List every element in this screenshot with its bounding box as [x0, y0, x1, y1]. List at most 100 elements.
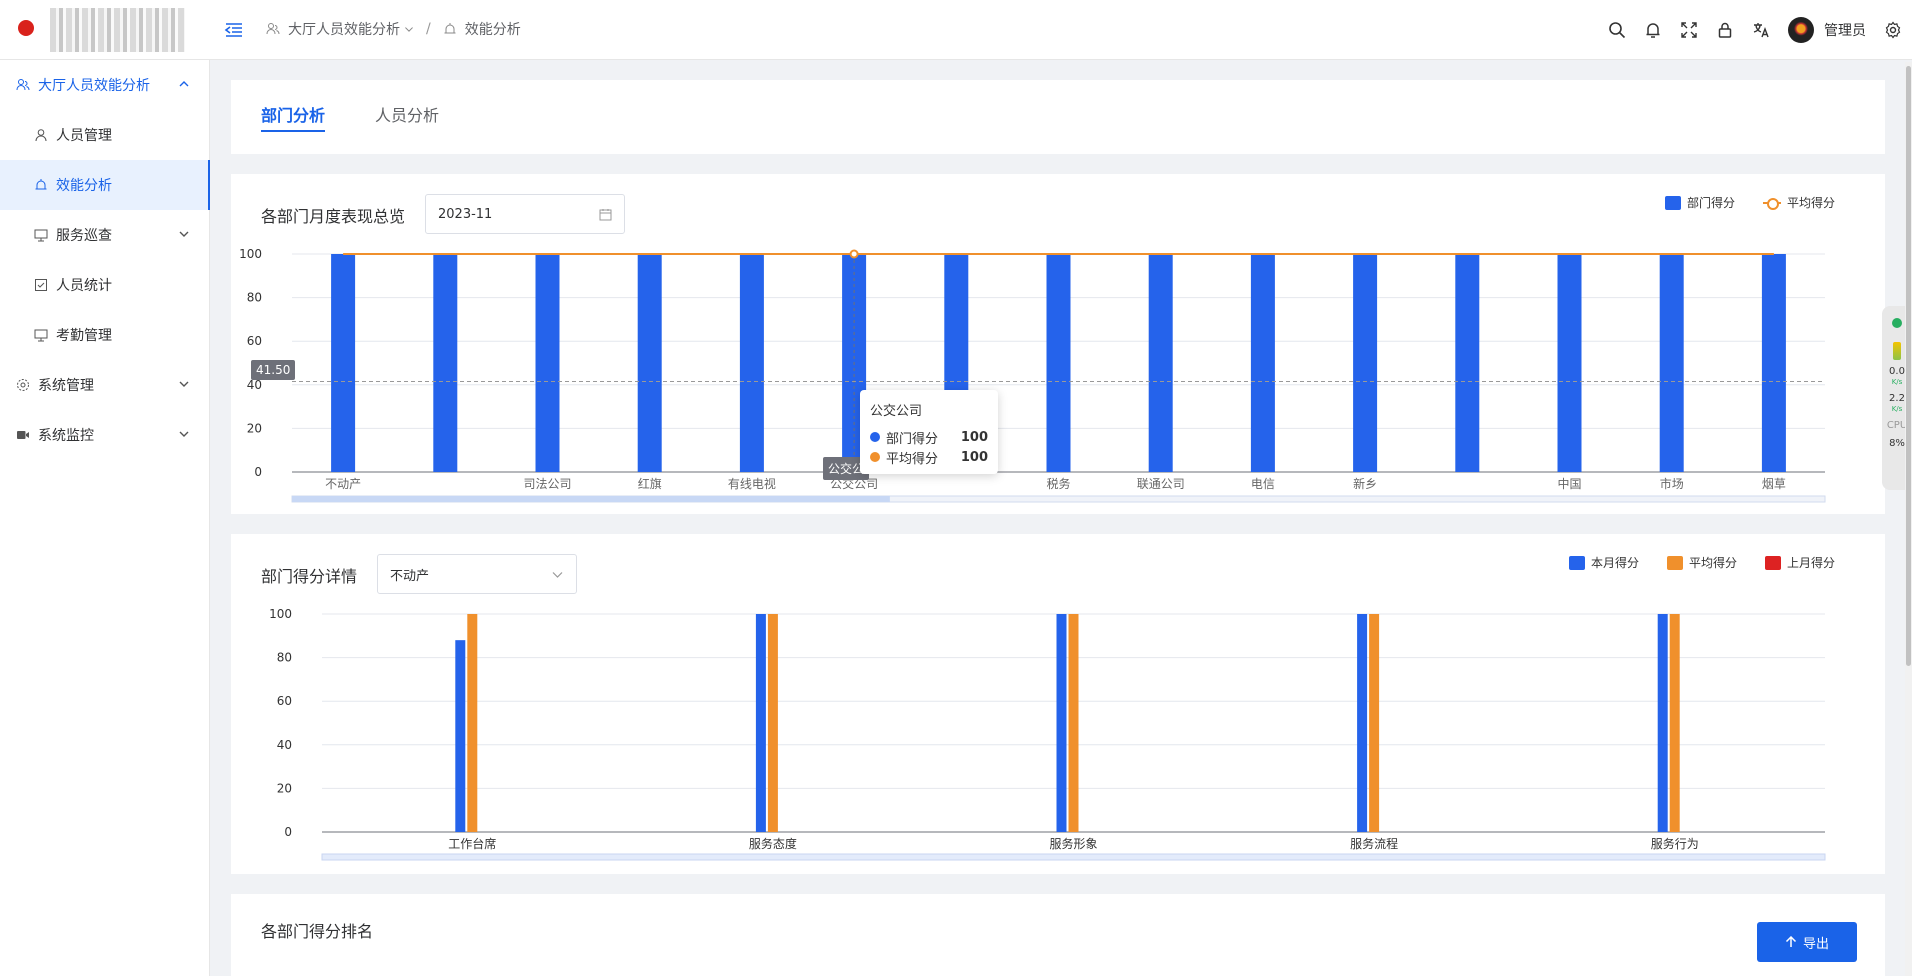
bar-dept-score — [1659, 254, 1684, 472]
breadcrumb-item-current: 效能分析 — [464, 22, 521, 38]
tooltip-row: 部门得分 100 — [870, 427, 988, 447]
sidebar-item-hall-analysis[interactable]: 大厅人员效能分析 — [0, 60, 210, 110]
bar-this-month — [455, 640, 466, 832]
sidebar-item-staff-management[interactable]: 人员管理 — [0, 110, 210, 160]
x-tick-label: 市场 — [1660, 476, 1684, 491]
bell-icon[interactable] — [1644, 21, 1662, 39]
bar-average — [1068, 614, 1079, 832]
scrollbar-thumb[interactable] — [1906, 66, 1911, 666]
export-button-label: 导出 — [1802, 936, 1829, 952]
x-tick-label: 红旗 — [638, 476, 662, 491]
export-button[interactable]: 导出 — [1757, 922, 1857, 962]
signal-bar-icon — [1893, 342, 1901, 360]
legend-label-this-month[interactable]: 本月得分 — [1591, 554, 1639, 571]
x-tick-label: 工作台席 — [448, 836, 496, 851]
y-tick-label: 60 — [247, 334, 262, 348]
translate-icon[interactable] — [1752, 21, 1770, 39]
bar-this-month — [1056, 614, 1067, 832]
sidebar-item-label: 人员管理 — [56, 128, 112, 144]
sidebar-item-label: 人员统计 — [56, 278, 112, 294]
fullscreen-icon[interactable] — [1680, 21, 1698, 39]
sidebar-item-label: 系统监控 — [38, 428, 94, 444]
ranking-card: 各部门得分排名 导出 — [231, 894, 1885, 976]
page-scrollbar[interactable] — [1905, 62, 1912, 976]
legend-swatch-average[interactable] — [1666, 555, 1683, 570]
legend-label-last-month[interactable]: 上月得分 — [1787, 554, 1835, 571]
score-detail-chart[interactable]: 0 20 40 60 80 100 工作台席 服务态度 服务形象 服务流程 服务行为 — [231, 574, 1885, 874]
tooltip-row-name: 部门得分 — [886, 431, 939, 447]
x-tick-label: 服务行为 — [1651, 836, 1699, 851]
bar-dept-score — [1761, 254, 1786, 472]
breadcrumb-item-parent[interactable]: 大厅人员效能分析 — [288, 19, 400, 39]
monthly-overview-card: 各部门月度表现总览 2023-11 部门得分 平均得分 0 20 40 60 80 100… — [231, 174, 1885, 514]
tab-department-analysis[interactable]: 部门分析 — [261, 102, 325, 126]
x-tick-label: 新乡 — [1353, 476, 1377, 491]
x-tick-label: 不动产 — [325, 477, 361, 491]
legend-swatch-dept-score[interactable] — [1664, 195, 1681, 210]
settings-gear-icon[interactable] — [1884, 21, 1902, 39]
y-tick-label: 40 — [277, 738, 292, 752]
bar-average — [1369, 614, 1380, 832]
y-tick-label: 80 — [277, 651, 292, 665]
alarm-icon — [444, 23, 456, 34]
bar-average — [767, 614, 778, 832]
y-tick-label: 0 — [254, 465, 262, 479]
x-tick-label: 司法公司 — [523, 477, 571, 491]
status-dot-icon — [1892, 318, 1902, 328]
app-logo[interactable] — [0, 0, 210, 60]
sidebar-item-service-inspection[interactable]: 服务巡查 — [0, 210, 210, 260]
x-tick-label: 税务 — [1046, 476, 1070, 491]
search-icon[interactable] — [1608, 21, 1626, 39]
bar-dept-score — [535, 254, 560, 472]
users-icon — [266, 23, 280, 35]
legend-swatch-last-month[interactable] — [1764, 555, 1781, 570]
bar-this-month — [755, 614, 766, 832]
bar-dept-score — [433, 254, 458, 472]
user-name[interactable]: 管理员 — [1824, 20, 1866, 40]
y-tick-label: 80 — [247, 291, 262, 305]
menu-fold-icon[interactable] — [224, 20, 244, 40]
tooltip-row-name: 平均得分 — [886, 451, 939, 467]
sidebar-item-system-management[interactable]: 系统管理 — [0, 360, 210, 410]
bar-dept-score — [1148, 254, 1173, 472]
tab-active-indicator — [261, 130, 325, 132]
y-tick-label: 60 — [277, 694, 292, 708]
x-tick-label: 烟草 — [1762, 477, 1786, 491]
legend-label-avg-score[interactable]: 平均得分 — [1787, 194, 1835, 211]
sidebar-item-system-monitor[interactable]: 系统监控 — [0, 410, 210, 460]
tooltip-title: 公交公司 — [870, 404, 923, 419]
y-tick-label: 20 — [247, 421, 262, 435]
sidebar-item-attendance[interactable]: 考勤管理 — [0, 310, 210, 360]
lock-icon[interactable] — [1716, 21, 1734, 39]
x-tick-label: 服务形象 — [1049, 836, 1097, 851]
y-tick-label: 20 — [277, 781, 292, 795]
y-tick-label: 100 — [269, 607, 292, 621]
tab-staff-analysis[interactable]: 人员分析 — [375, 102, 439, 126]
monthly-overview-chart[interactable]: 020406080100不动产 司法公司 红旗 有线电视 公交公司 税务 联通公司 电信 新乡中… — [231, 214, 1885, 514]
checkbox-icon — [35, 279, 47, 291]
ranking-title: 各部门得分排名 — [261, 922, 374, 941]
chevron-down-icon[interactable] — [404, 24, 414, 34]
datazoom-window — [292, 496, 890, 502]
breadcrumb: 大厅人员效能分析 / 效能分析 — [266, 19, 521, 39]
detail-legend: 本月得分 平均得分 上月得分 — [1568, 554, 1835, 571]
sidebar-item-efficiency-analysis[interactable]: 效能分析 — [0, 160, 210, 210]
legend-swatch-avg-score[interactable] — [1762, 196, 1781, 210]
tooltip-dot-avg — [870, 452, 880, 462]
logo-text-blurred — [50, 8, 185, 52]
analysis-tabs: 部门分析 人员分析 — [231, 80, 1885, 154]
user-avatar[interactable] — [1788, 17, 1814, 43]
chevron-down-icon — [179, 381, 189, 387]
legend-label-average[interactable]: 平均得分 — [1689, 554, 1737, 571]
bar-dept-score — [637, 254, 662, 472]
legend-swatch-this-month[interactable] — [1568, 555, 1585, 570]
x-tick-label: 电信 — [1251, 477, 1275, 491]
overview-legend: 部门得分 平均得分 — [1664, 194, 1835, 211]
x-tick-label: 有线电视 — [728, 476, 776, 491]
y-tick-label: 0 — [284, 825, 292, 839]
bar-dept-score — [1250, 254, 1275, 472]
bar-dept-score — [1455, 254, 1480, 472]
legend-label-dept-score[interactable]: 部门得分 — [1687, 194, 1735, 211]
sidebar-item-staff-statistics[interactable]: 人员统计 — [0, 260, 210, 310]
bar-dept-score — [331, 254, 356, 472]
